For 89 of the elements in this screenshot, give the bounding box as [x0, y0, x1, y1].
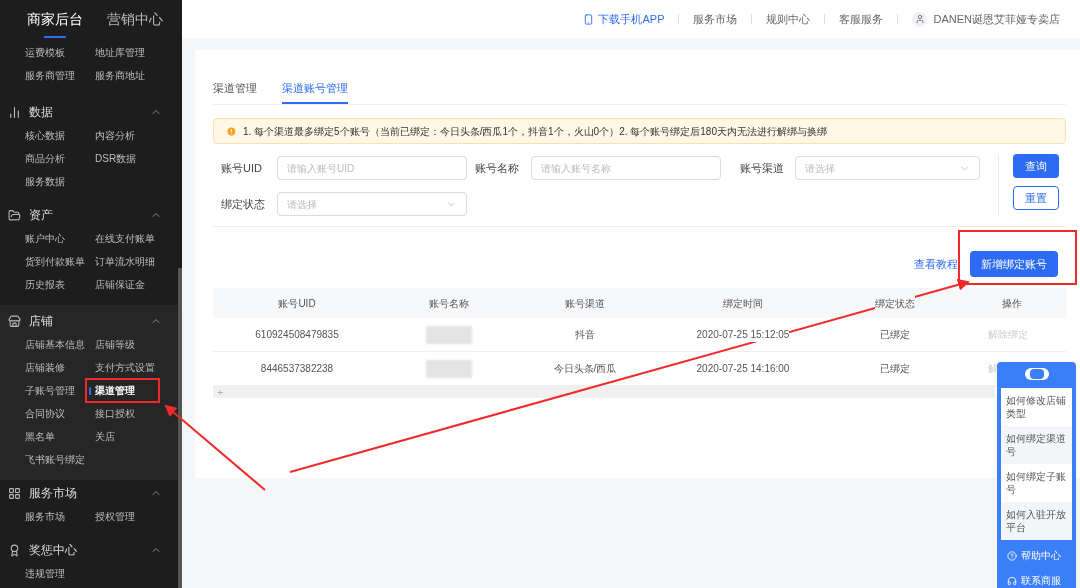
table-cell-text: 已绑定	[879, 362, 911, 376]
sidebar-item[interactable]: DSR数据	[95, 151, 137, 166]
shop-name[interactable]: DANEN诞恩艾菲娅专卖店	[933, 10, 1060, 28]
table-cell-text: 今日头条/西瓜	[552, 362, 618, 376]
column-header: 绑定状态	[875, 295, 915, 311]
header-link[interactable]: 服务市场	[693, 10, 738, 28]
query-button[interactable]: 查询	[1013, 154, 1059, 178]
placeholder: 请选择	[804, 161, 835, 176]
filter-label: 绑定状态	[221, 196, 266, 212]
section-title[interactable]: 数据	[29, 103, 53, 121]
sidebar-item[interactable]: 内容分析	[95, 128, 135, 143]
table-cell-text: 抖音	[574, 328, 596, 342]
sidebar-item[interactable]: 商品分析	[25, 151, 65, 166]
scrollbar[interactable]	[178, 268, 182, 588]
tab[interactable]: 渠道账号管理	[282, 75, 348, 104]
table-cell-text: 610924508479835	[254, 328, 340, 342]
grid-icon	[8, 486, 21, 500]
filter-label: 账号名称	[475, 160, 520, 176]
avatar-icon[interactable]	[912, 11, 928, 27]
sidebar-tab[interactable]: 营销中心	[107, 9, 163, 30]
sidebar-item[interactable]: 在线支付账单	[95, 231, 155, 246]
section-title[interactable]: 店铺	[29, 312, 53, 330]
section-title[interactable]: 服务市场	[29, 484, 77, 502]
add-account-button[interactable]: 新增绑定账号	[970, 251, 1058, 277]
placeholder: 请选择	[287, 197, 317, 212]
store-icon	[8, 314, 21, 328]
sidebar-item[interactable]: 服务商地址	[95, 68, 145, 83]
tab[interactable]: 渠道管理	[213, 75, 257, 104]
sidebar-item[interactable]: 店铺等级	[95, 337, 135, 352]
sidebar-item[interactable]: 合同协议	[25, 406, 65, 421]
sidebar-item[interactable]: 支付方式设置	[95, 360, 155, 375]
warning-icon	[226, 125, 237, 137]
sidebar-item[interactable]: 店铺保证金	[95, 277, 145, 292]
reset-button[interactable]: 重置	[1013, 186, 1059, 210]
sidebar-tab[interactable]: 商家后台	[27, 9, 83, 30]
sidebar-item[interactable]: 关店	[95, 429, 115, 444]
headset-icon	[1007, 575, 1017, 586]
sidebar-item[interactable]: 服务商管理	[25, 68, 75, 83]
sidebar-item[interactable]: 授权管理	[95, 509, 135, 524]
sidebar-item[interactable]: 账户中心	[25, 231, 65, 246]
sidebar-item[interactable]: 渠道管理	[95, 383, 135, 398]
header-link[interactable]: 规则中心	[766, 10, 811, 28]
blurred-name	[426, 325, 472, 344]
sidebar-item[interactable]: 运费模板	[25, 45, 65, 60]
notice-text: 1. 每个渠道最多绑定5个账号（当前已绑定：今日头条/西瓜1个，抖音1个，火山0个）2. 每个账号绑定后180天内无法进行解绑与换绑	[243, 124, 827, 139]
sidebar-item[interactable]: 店铺基本信息	[25, 337, 85, 352]
table-cell-text: 已绑定	[879, 328, 911, 342]
table-cell-text: 8446537382238	[259, 362, 335, 376]
sidebar-item[interactable]: 订单流水明细	[95, 254, 155, 269]
blurred-name	[426, 359, 472, 378]
section-title[interactable]: 资产	[29, 206, 53, 224]
chart-icon	[8, 105, 21, 119]
horizontal-scrollbar[interactable]	[213, 386, 995, 398]
column-header: 账号渠道	[565, 295, 605, 311]
selected-marker	[89, 386, 91, 395]
contact-link[interactable]: 联系商服	[1021, 573, 1061, 588]
sidebar-item[interactable]: 核心数据	[25, 128, 65, 143]
sidebar-item[interactable]: 飞书账号绑定	[25, 452, 85, 467]
phone-icon	[583, 13, 595, 25]
header-link[interactable]: 客服服务	[839, 10, 884, 28]
medal-icon	[8, 543, 21, 557]
sidebar-item[interactable]: 黑名单	[25, 429, 55, 444]
column-header: 绑定时间	[723, 295, 763, 311]
placeholder: 请输入账号名称	[541, 161, 611, 176]
filter-label: 账号渠道	[740, 160, 785, 176]
sidebar-item[interactable]: 店铺装修	[25, 360, 65, 375]
help-center-link[interactable]: 帮助中心	[1021, 548, 1061, 563]
folder-icon	[8, 208, 21, 222]
tutorial-link[interactable]: 查看教程	[914, 255, 958, 273]
help-question[interactable]: 如何入驻开放平台	[1001, 502, 1072, 540]
download-app-link[interactable]: 下载手机APP	[598, 10, 665, 28]
placeholder: 请输入账号UID	[287, 161, 355, 176]
filter-label: 账号UID	[221, 160, 263, 176]
sidebar-item[interactable]: 子账号管理	[25, 383, 75, 398]
scroll-left-icon[interactable]	[217, 388, 224, 396]
tab-underline	[44, 36, 66, 38]
help-icon	[1007, 550, 1017, 561]
sidebar-item[interactable]: 服务市场	[25, 509, 65, 524]
help-question[interactable]: 如何绑定子账号	[1001, 464, 1072, 502]
help-question[interactable]: 如何绑定渠道号	[1001, 426, 1072, 464]
sidebar-item[interactable]: 地址库管理	[95, 45, 145, 60]
table-cell: 2020-07-25 15:12:05	[696, 327, 790, 342]
sidebar-item[interactable]: 接口授权	[95, 406, 135, 421]
sidebar-item[interactable]: 货到付款账单	[25, 254, 85, 269]
help-question[interactable]: 如何修改店铺类型	[1001, 388, 1072, 426]
section-title[interactable]: 奖惩中心	[29, 541, 77, 559]
sidebar-item[interactable]: 服务数据	[25, 174, 65, 189]
sidebar-item[interactable]: 历史报表	[25, 277, 65, 292]
sidebar-item[interactable]: 违规管理	[25, 566, 65, 581]
